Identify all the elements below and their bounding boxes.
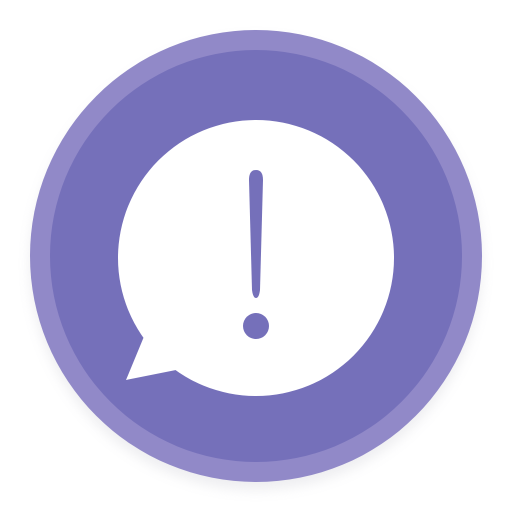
alert-message-icon [30,30,482,490]
alert-message-app-icon[interactable] [0,0,512,512]
exclamation-mark-dot [243,313,269,339]
